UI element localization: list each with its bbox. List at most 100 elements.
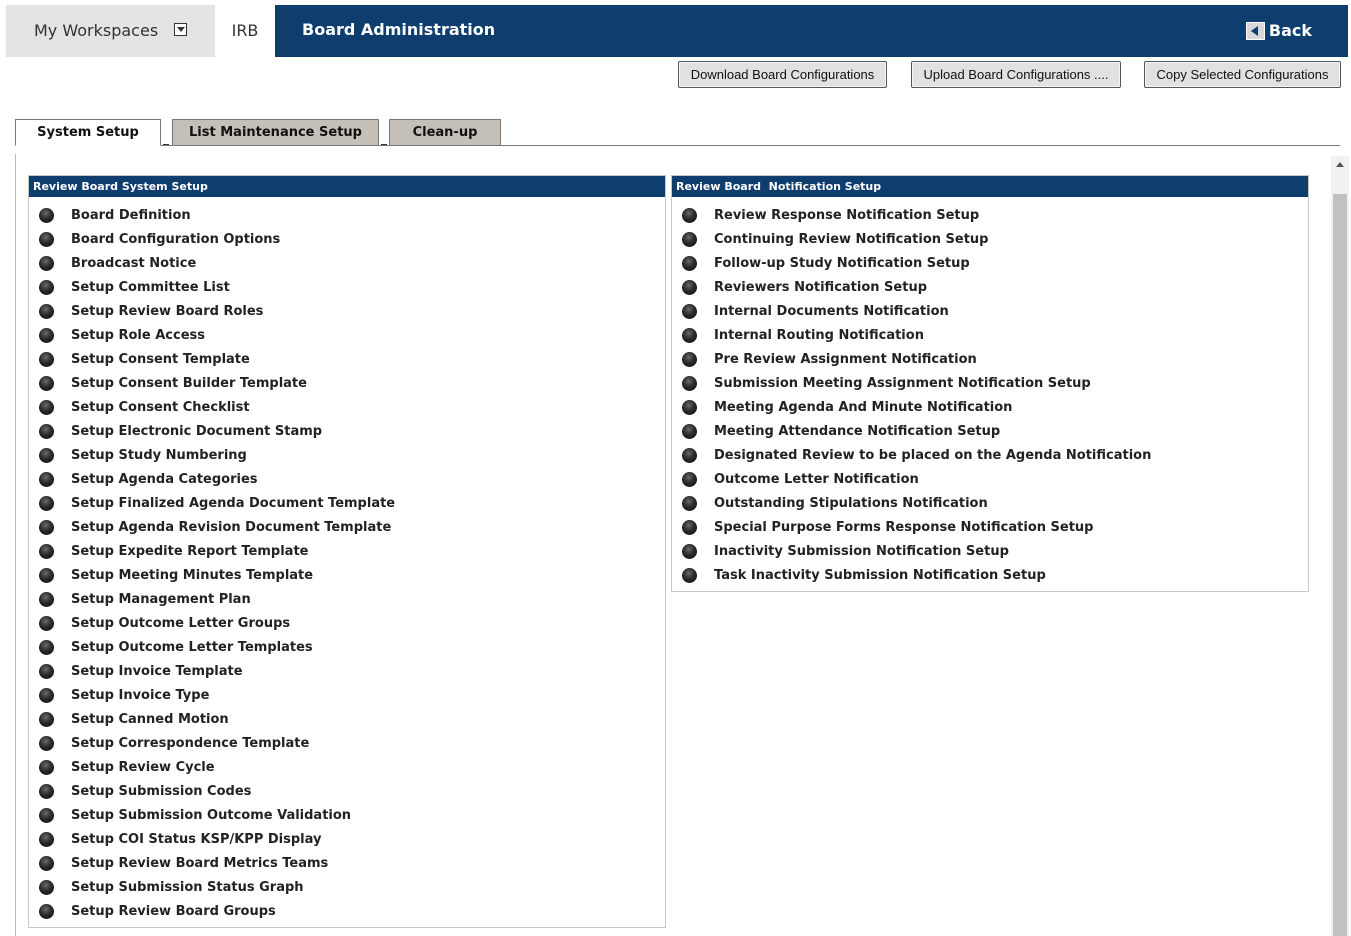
list-item-link[interactable]: Setup Outcome Letter Groups	[71, 616, 290, 631]
upload-configurations-button[interactable]: Upload Board Configurations ....	[911, 61, 1121, 88]
list-item-link[interactable]: Outstanding Stipulations Notification	[714, 496, 988, 511]
list-item-link[interactable]: Pre Review Assignment Notification	[714, 352, 977, 367]
list-item[interactable]: Continuing Review Notification Setup	[672, 227, 1308, 251]
list-item[interactable]: Setup Canned Motion	[29, 707, 665, 731]
list-item[interactable]: Board Configuration Options	[29, 227, 665, 251]
list-item-link[interactable]: Setup Correspondence Template	[71, 736, 309, 751]
list-item[interactable]: Setup Finalized Agenda Document Template	[29, 491, 665, 515]
list-item[interactable]: Setup Outcome Letter Groups	[29, 611, 665, 635]
list-item[interactable]: Outstanding Stipulations Notification	[672, 491, 1308, 515]
list-item[interactable]: Outcome Letter Notification	[672, 467, 1308, 491]
list-item-link[interactable]: Meeting Agenda And Minute Notification	[714, 400, 1012, 415]
list-item[interactable]: Setup Consent Template	[29, 347, 665, 371]
list-item-link[interactable]: Setup Consent Template	[71, 352, 250, 367]
vertical-scrollbar[interactable]	[1331, 156, 1349, 936]
list-item-link[interactable]: Setup Expedite Report Template	[71, 544, 308, 559]
tab-system-setup[interactable]: System Setup	[15, 119, 161, 146]
list-item[interactable]: Setup Submission Outcome Validation	[29, 803, 665, 827]
list-item[interactable]: Setup Expedite Report Template	[29, 539, 665, 563]
list-item[interactable]: Special Purpose Forms Response Notificat…	[672, 515, 1308, 539]
tab-clean-up[interactable]: Clean-up	[389, 119, 501, 146]
list-item[interactable]: Setup Study Numbering	[29, 443, 665, 467]
list-item-link[interactable]: Setup Meeting Minutes Template	[71, 568, 313, 583]
list-item[interactable]: Pre Review Assignment Notification	[672, 347, 1308, 371]
list-item[interactable]: Reviewers Notification Setup	[672, 275, 1308, 299]
list-item-link[interactable]: Setup Review Cycle	[71, 760, 215, 775]
list-item-link[interactable]: Submission Meeting Assignment Notificati…	[714, 376, 1091, 391]
list-item-link[interactable]: Board Configuration Options	[71, 232, 280, 247]
list-item[interactable]: Setup Committee List	[29, 275, 665, 299]
my-workspaces-menu[interactable]: My Workspaces	[6, 5, 215, 57]
list-item[interactable]: Setup Review Board Groups	[29, 899, 665, 923]
list-item-link[interactable]: Review Response Notification Setup	[714, 208, 979, 223]
list-item[interactable]: Board Definition	[29, 203, 665, 227]
list-item-link[interactable]: Continuing Review Notification Setup	[714, 232, 989, 247]
irb-tab[interactable]: IRB	[215, 5, 275, 57]
tab-list-maintenance-setup[interactable]: List Maintenance Setup	[172, 119, 379, 146]
list-item[interactable]: Setup Agenda Revision Document Template	[29, 515, 665, 539]
list-item-link[interactable]: Setup Electronic Document Stamp	[71, 424, 322, 439]
list-item-link[interactable]: Setup COI Status KSP/KPP Display	[71, 832, 321, 847]
list-item[interactable]: Follow-up Study Notification Setup	[672, 251, 1308, 275]
list-item-link[interactable]: Internal Routing Notification	[714, 328, 924, 343]
list-item[interactable]: Setup Electronic Document Stamp	[29, 419, 665, 443]
list-item-link[interactable]: Inactivity Submission Notification Setup	[714, 544, 1009, 559]
list-item[interactable]: Setup Review Cycle	[29, 755, 665, 779]
list-item-link[interactable]: Board Definition	[71, 208, 191, 223]
list-item-link[interactable]: Setup Study Numbering	[71, 448, 247, 463]
list-item[interactable]: Setup Invoice Type	[29, 683, 665, 707]
list-item[interactable]: Setup Submission Codes	[29, 779, 665, 803]
list-item[interactable]: Setup Role Access	[29, 323, 665, 347]
download-configurations-button[interactable]: Download Board Configurations	[678, 61, 887, 88]
chevron-down-icon[interactable]	[174, 23, 187, 36]
list-item-link[interactable]: Setup Submission Outcome Validation	[71, 808, 351, 823]
list-item-link[interactable]: Setup Management Plan	[71, 592, 251, 607]
list-item-link[interactable]: Setup Invoice Type	[71, 688, 209, 703]
list-item-link[interactable]: Setup Outcome Letter Templates	[71, 640, 313, 655]
list-item[interactable]: Designated Review to be placed on the Ag…	[672, 443, 1308, 467]
list-item[interactable]: Submission Meeting Assignment Notificati…	[672, 371, 1308, 395]
scrollbar-thumb[interactable]	[1333, 194, 1347, 936]
list-item[interactable]: Review Response Notification Setup	[672, 203, 1308, 227]
list-item[interactable]: Internal Documents Notification	[672, 299, 1308, 323]
list-item-link[interactable]: Setup Consent Checklist	[71, 400, 250, 415]
list-item[interactable]: Setup Management Plan	[29, 587, 665, 611]
list-item-link[interactable]: Reviewers Notification Setup	[714, 280, 927, 295]
list-item-link[interactable]: Setup Finalized Agenda Document Template	[71, 496, 395, 511]
list-item-link[interactable]: Setup Canned Motion	[71, 712, 229, 727]
list-item-link[interactable]: Setup Invoice Template	[71, 664, 243, 679]
list-item-link[interactable]: Setup Review Board Groups	[71, 904, 276, 919]
list-item[interactable]: Setup Consent Checklist	[29, 395, 665, 419]
list-item-link[interactable]: Setup Review Board Roles	[71, 304, 263, 319]
list-item[interactable]: Setup Review Board Roles	[29, 299, 665, 323]
copy-selected-configurations-button[interactable]: Copy Selected Configurations	[1144, 61, 1341, 88]
list-item[interactable]: Task Inactivity Submission Notification …	[672, 563, 1308, 587]
list-item-link[interactable]: Special Purpose Forms Response Notificat…	[714, 520, 1094, 535]
scroll-up-icon[interactable]	[1336, 162, 1344, 167]
list-item-link[interactable]: Follow-up Study Notification Setup	[714, 256, 970, 271]
list-item[interactable]: Setup Agenda Categories	[29, 467, 665, 491]
back-button[interactable]: Back	[1245, 5, 1312, 57]
list-item-link[interactable]: Setup Committee List	[71, 280, 230, 295]
list-item-link[interactable]: Setup Consent Builder Template	[71, 376, 307, 391]
list-item[interactable]: Broadcast Notice	[29, 251, 665, 275]
list-item-link[interactable]: Broadcast Notice	[71, 256, 196, 271]
list-item[interactable]: Setup COI Status KSP/KPP Display	[29, 827, 665, 851]
list-item[interactable]: Meeting Agenda And Minute Notification	[672, 395, 1308, 419]
list-item-link[interactable]: Internal Documents Notification	[714, 304, 949, 319]
list-item-link[interactable]: Task Inactivity Submission Notification …	[714, 568, 1046, 583]
list-item[interactable]: Setup Correspondence Template	[29, 731, 665, 755]
list-item[interactable]: Setup Review Board Metrics Teams	[29, 851, 665, 875]
list-item[interactable]: Inactivity Submission Notification Setup	[672, 539, 1308, 563]
list-item-link[interactable]: Outcome Letter Notification	[714, 472, 919, 487]
list-item-link[interactable]: Meeting Attendance Notification Setup	[714, 424, 1000, 439]
list-item[interactable]: Setup Invoice Template	[29, 659, 665, 683]
list-item-link[interactable]: Setup Role Access	[71, 328, 205, 343]
list-item[interactable]: Internal Routing Notification	[672, 323, 1308, 347]
list-item-link[interactable]: Designated Review to be placed on the Ag…	[714, 448, 1151, 463]
list-item[interactable]: Setup Meeting Minutes Template	[29, 563, 665, 587]
list-item[interactable]: Setup Consent Builder Template	[29, 371, 665, 395]
list-item[interactable]: Setup Outcome Letter Templates	[29, 635, 665, 659]
list-item[interactable]: Setup Submission Status Graph	[29, 875, 665, 899]
list-item-link[interactable]: Setup Agenda Revision Document Template	[71, 520, 391, 535]
